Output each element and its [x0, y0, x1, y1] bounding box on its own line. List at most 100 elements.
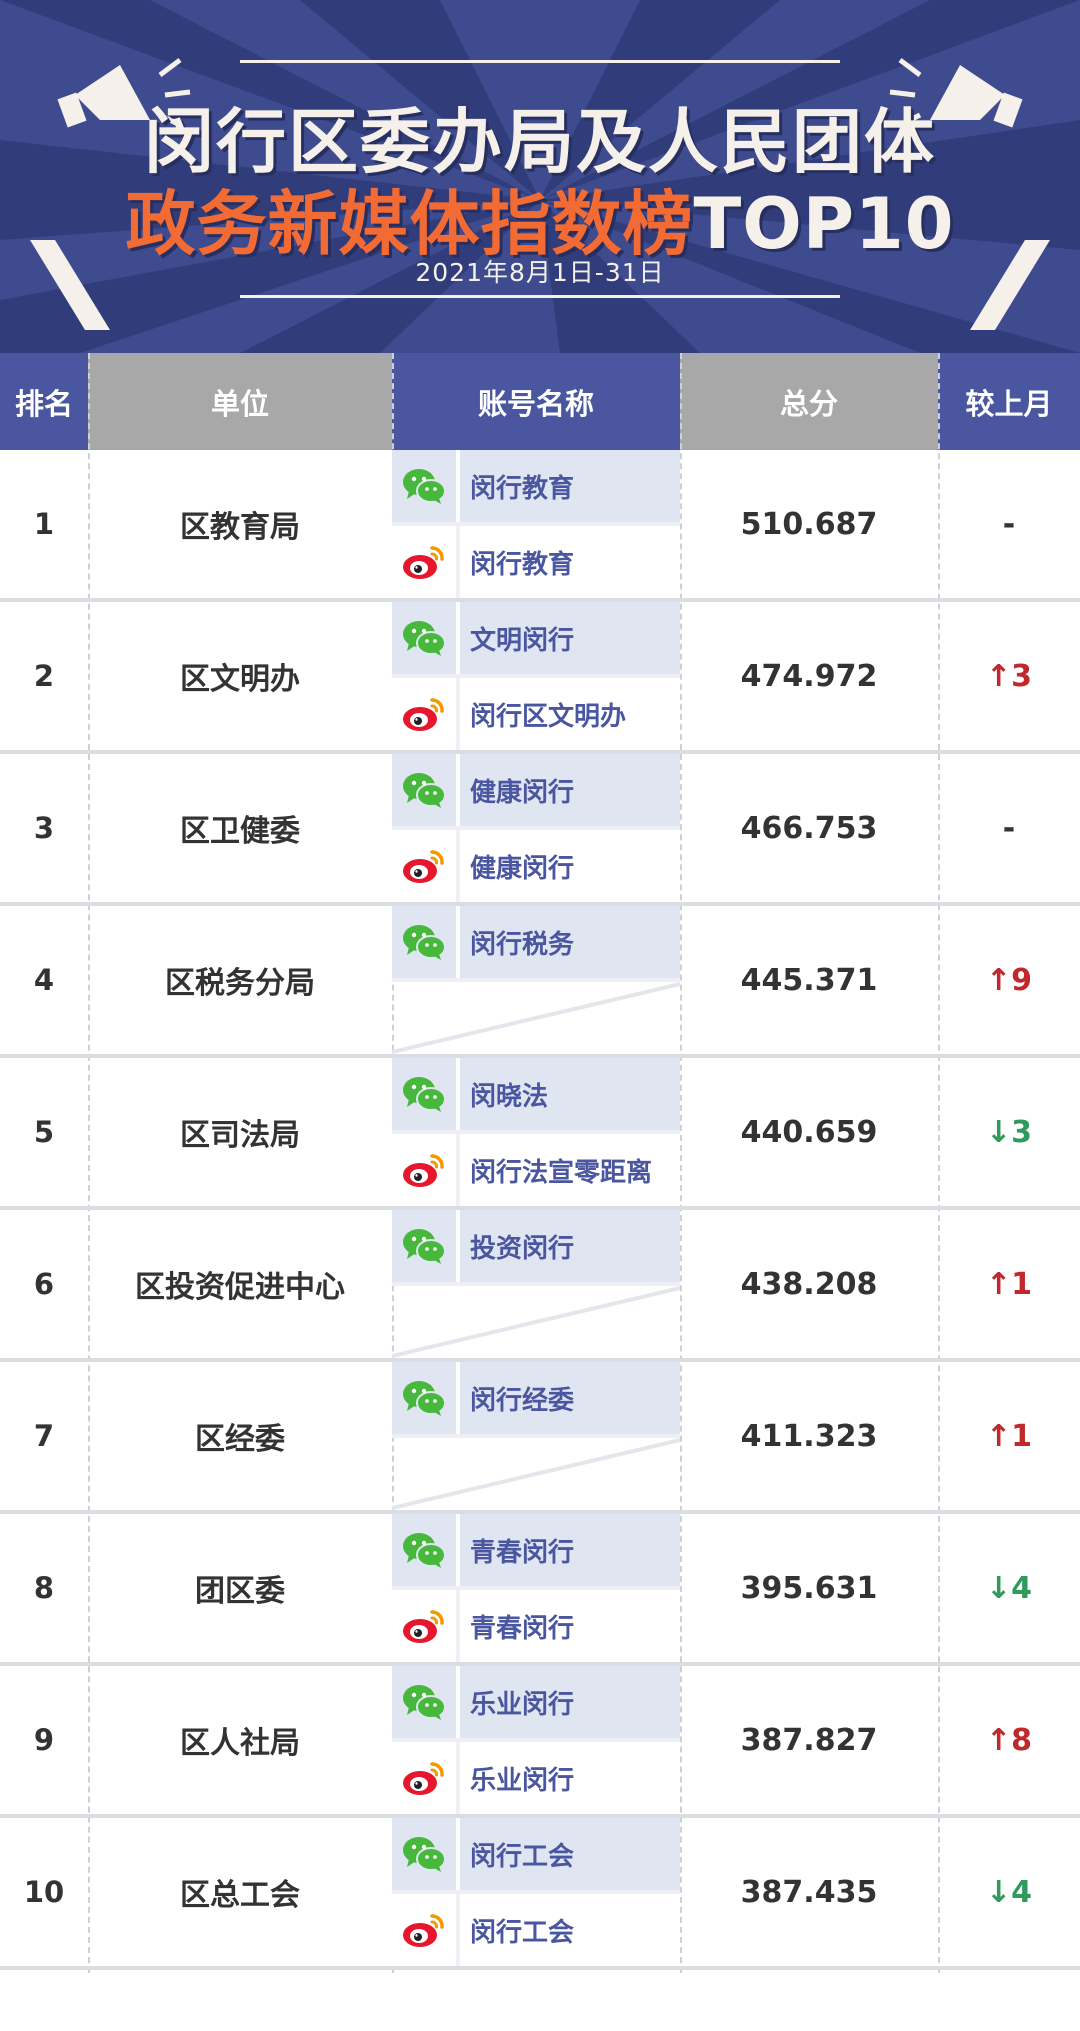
unit-cell: 团区委 — [195, 1574, 285, 1609]
header-rank: 排名 — [0, 353, 88, 450]
weibo-icon — [392, 830, 456, 902]
table-row: 1 区教育局 闵行教育 闵行教育 510.687 - — [0, 450, 1080, 602]
wechat-icon — [392, 1362, 456, 1434]
weibo-account[interactable]: 闵行教育 — [392, 526, 680, 598]
change-cell: ↑3 — [985, 658, 1032, 694]
account-divider — [456, 754, 460, 826]
change-cell: - — [1002, 810, 1016, 846]
weibo-account[interactable]: 闵行工会 — [392, 1894, 680, 1966]
wechat-icon — [392, 1514, 456, 1586]
wechat-account-name: 投资闵行 — [470, 1233, 575, 1264]
rank-cell: 1 — [33, 507, 55, 541]
account-divider — [456, 602, 460, 674]
wechat-account-name: 闵晓法 — [470, 1081, 549, 1112]
score-cell: 387.435 — [740, 1874, 878, 1910]
wechat-account[interactable]: 闵行工会 — [392, 1818, 680, 1890]
rank-cell: 5 — [33, 1115, 55, 1149]
account-divider — [456, 1514, 460, 1586]
weibo-account[interactable]: 乐业闵行 — [392, 1742, 680, 1814]
score-cell: 395.631 — [740, 1570, 878, 1606]
wechat-account[interactable]: 闵晓法 — [392, 1058, 680, 1130]
table-row: 5 区司法局 闵晓法 闵行法宣零距离 440.659 ↓3 — [0, 1058, 1080, 1210]
weibo-account-name: 闵行工会 — [470, 1917, 575, 1948]
table-row: 2 区文明办 文明闵行 闵行区文明办 474.972 ↑3 — [0, 602, 1080, 754]
banner-date-range: 2021年8月1日-31日 — [415, 258, 665, 287]
account-divider — [456, 526, 460, 598]
header-unit: 单位 — [88, 353, 392, 450]
score-cell: 466.753 — [740, 810, 878, 846]
rank-cell: 8 — [33, 1571, 55, 1605]
change-cell: ↓3 — [985, 1114, 1032, 1150]
wechat-account[interactable]: 闵行教育 — [392, 450, 680, 522]
account-divider — [456, 830, 460, 902]
score-cell: 474.972 — [740, 658, 878, 694]
wechat-account[interactable]: 健康闵行 — [392, 754, 680, 826]
unit-cell: 区经委 — [195, 1422, 285, 1457]
account-divider — [456, 906, 460, 978]
weibo-icon — [392, 1742, 456, 1814]
score-cell: 445.371 — [740, 962, 878, 998]
change-cell: ↓4 — [985, 1874, 1032, 1910]
account-divider — [456, 678, 460, 750]
account-divider — [456, 1210, 460, 1282]
score-cell: 440.659 — [740, 1114, 878, 1150]
unit-cell: 区卫健委 — [180, 814, 300, 849]
unit-cell: 区文明办 — [180, 662, 300, 697]
table-row: 3 区卫健委 健康闵行 健康闵行 466.753 - — [0, 754, 1080, 906]
weibo-icon — [392, 1590, 456, 1662]
unit-cell: 区教育局 — [180, 510, 300, 545]
header-score: 总分 — [680, 353, 938, 450]
wechat-account[interactable]: 文明闵行 — [392, 602, 680, 674]
wechat-account[interactable]: 投资闵行 — [392, 1210, 680, 1282]
unit-cell: 区税务分局 — [165, 966, 315, 1001]
change-cell: - — [1002, 506, 1016, 542]
wechat-account[interactable]: 乐业闵行 — [392, 1666, 680, 1738]
wechat-account[interactable]: 青春闵行 — [392, 1514, 680, 1586]
table-row: 7 区经委 闵行经委 411.323 ↑1 — [0, 1362, 1080, 1514]
weibo-account[interactable]: 青春闵行 — [392, 1590, 680, 1662]
table-row: 9 区人社局 乐业闵行 乐业闵行 387.827 ↑8 — [0, 1666, 1080, 1818]
change-cell: ↑1 — [985, 1266, 1032, 1302]
weibo-account[interactable]: 闵行区文明办 — [392, 678, 680, 750]
rank-cell: 3 — [33, 811, 55, 845]
weibo-account-name: 闵行区文明办 — [470, 701, 627, 732]
header-account: 账号名称 — [392, 353, 680, 450]
account-divider — [456, 1666, 460, 1738]
wechat-icon — [392, 1058, 456, 1130]
wechat-account[interactable]: 闵行经委 — [392, 1362, 680, 1434]
wechat-account-name: 闵行教育 — [470, 473, 575, 504]
weibo-account[interactable]: 健康闵行 — [392, 830, 680, 902]
wechat-account-name: 乐业闵行 — [470, 1689, 575, 1720]
table-row: 8 团区委 青春闵行 青春闵行 395.631 ↓4 — [0, 1514, 1080, 1666]
change-cell: ↓4 — [985, 1570, 1032, 1606]
change-cell: ↑9 — [985, 962, 1032, 998]
wechat-icon — [392, 602, 456, 674]
weibo-account-name: 青春闵行 — [470, 1613, 575, 1644]
no-weibo-account — [391, 1438, 681, 1510]
wechat-account[interactable]: 闵行税务 — [392, 906, 680, 978]
table-header: 排名 单位 账号名称 总分 较上月 — [0, 353, 1080, 450]
account-divider — [456, 1742, 460, 1814]
account-divider — [456, 1590, 460, 1662]
weibo-icon — [392, 1894, 456, 1966]
wechat-account-name: 健康闵行 — [470, 777, 575, 808]
table-row: 4 区税务分局 闵行税务 445.371 ↑9 — [0, 906, 1080, 1058]
weibo-account[interactable]: 闵行法宣零距离 — [392, 1134, 680, 1206]
table-row: 10 区总工会 闵行工会 闵行工会 387.435 ↓4 — [0, 1818, 1080, 1970]
wechat-account-name: 青春闵行 — [470, 1537, 575, 1568]
unit-cell: 区总工会 — [180, 1878, 300, 1913]
weibo-account-name: 闵行法宣零距离 — [470, 1157, 653, 1188]
wechat-icon — [392, 906, 456, 978]
rank-cell: 10 — [23, 1875, 65, 1909]
rank-cell: 4 — [33, 963, 55, 997]
score-cell: 387.827 — [740, 1722, 878, 1758]
unit-cell: 区人社局 — [180, 1726, 300, 1761]
banner-rule-top — [240, 60, 840, 63]
weibo-icon — [392, 526, 456, 598]
wechat-account-name: 闵行工会 — [470, 1841, 575, 1872]
wechat-account-name: 闵行税务 — [470, 929, 575, 960]
wechat-icon — [392, 754, 456, 826]
wechat-icon — [392, 1666, 456, 1738]
score-cell: 411.323 — [740, 1418, 878, 1454]
wechat-account-name: 闵行经委 — [470, 1385, 575, 1416]
